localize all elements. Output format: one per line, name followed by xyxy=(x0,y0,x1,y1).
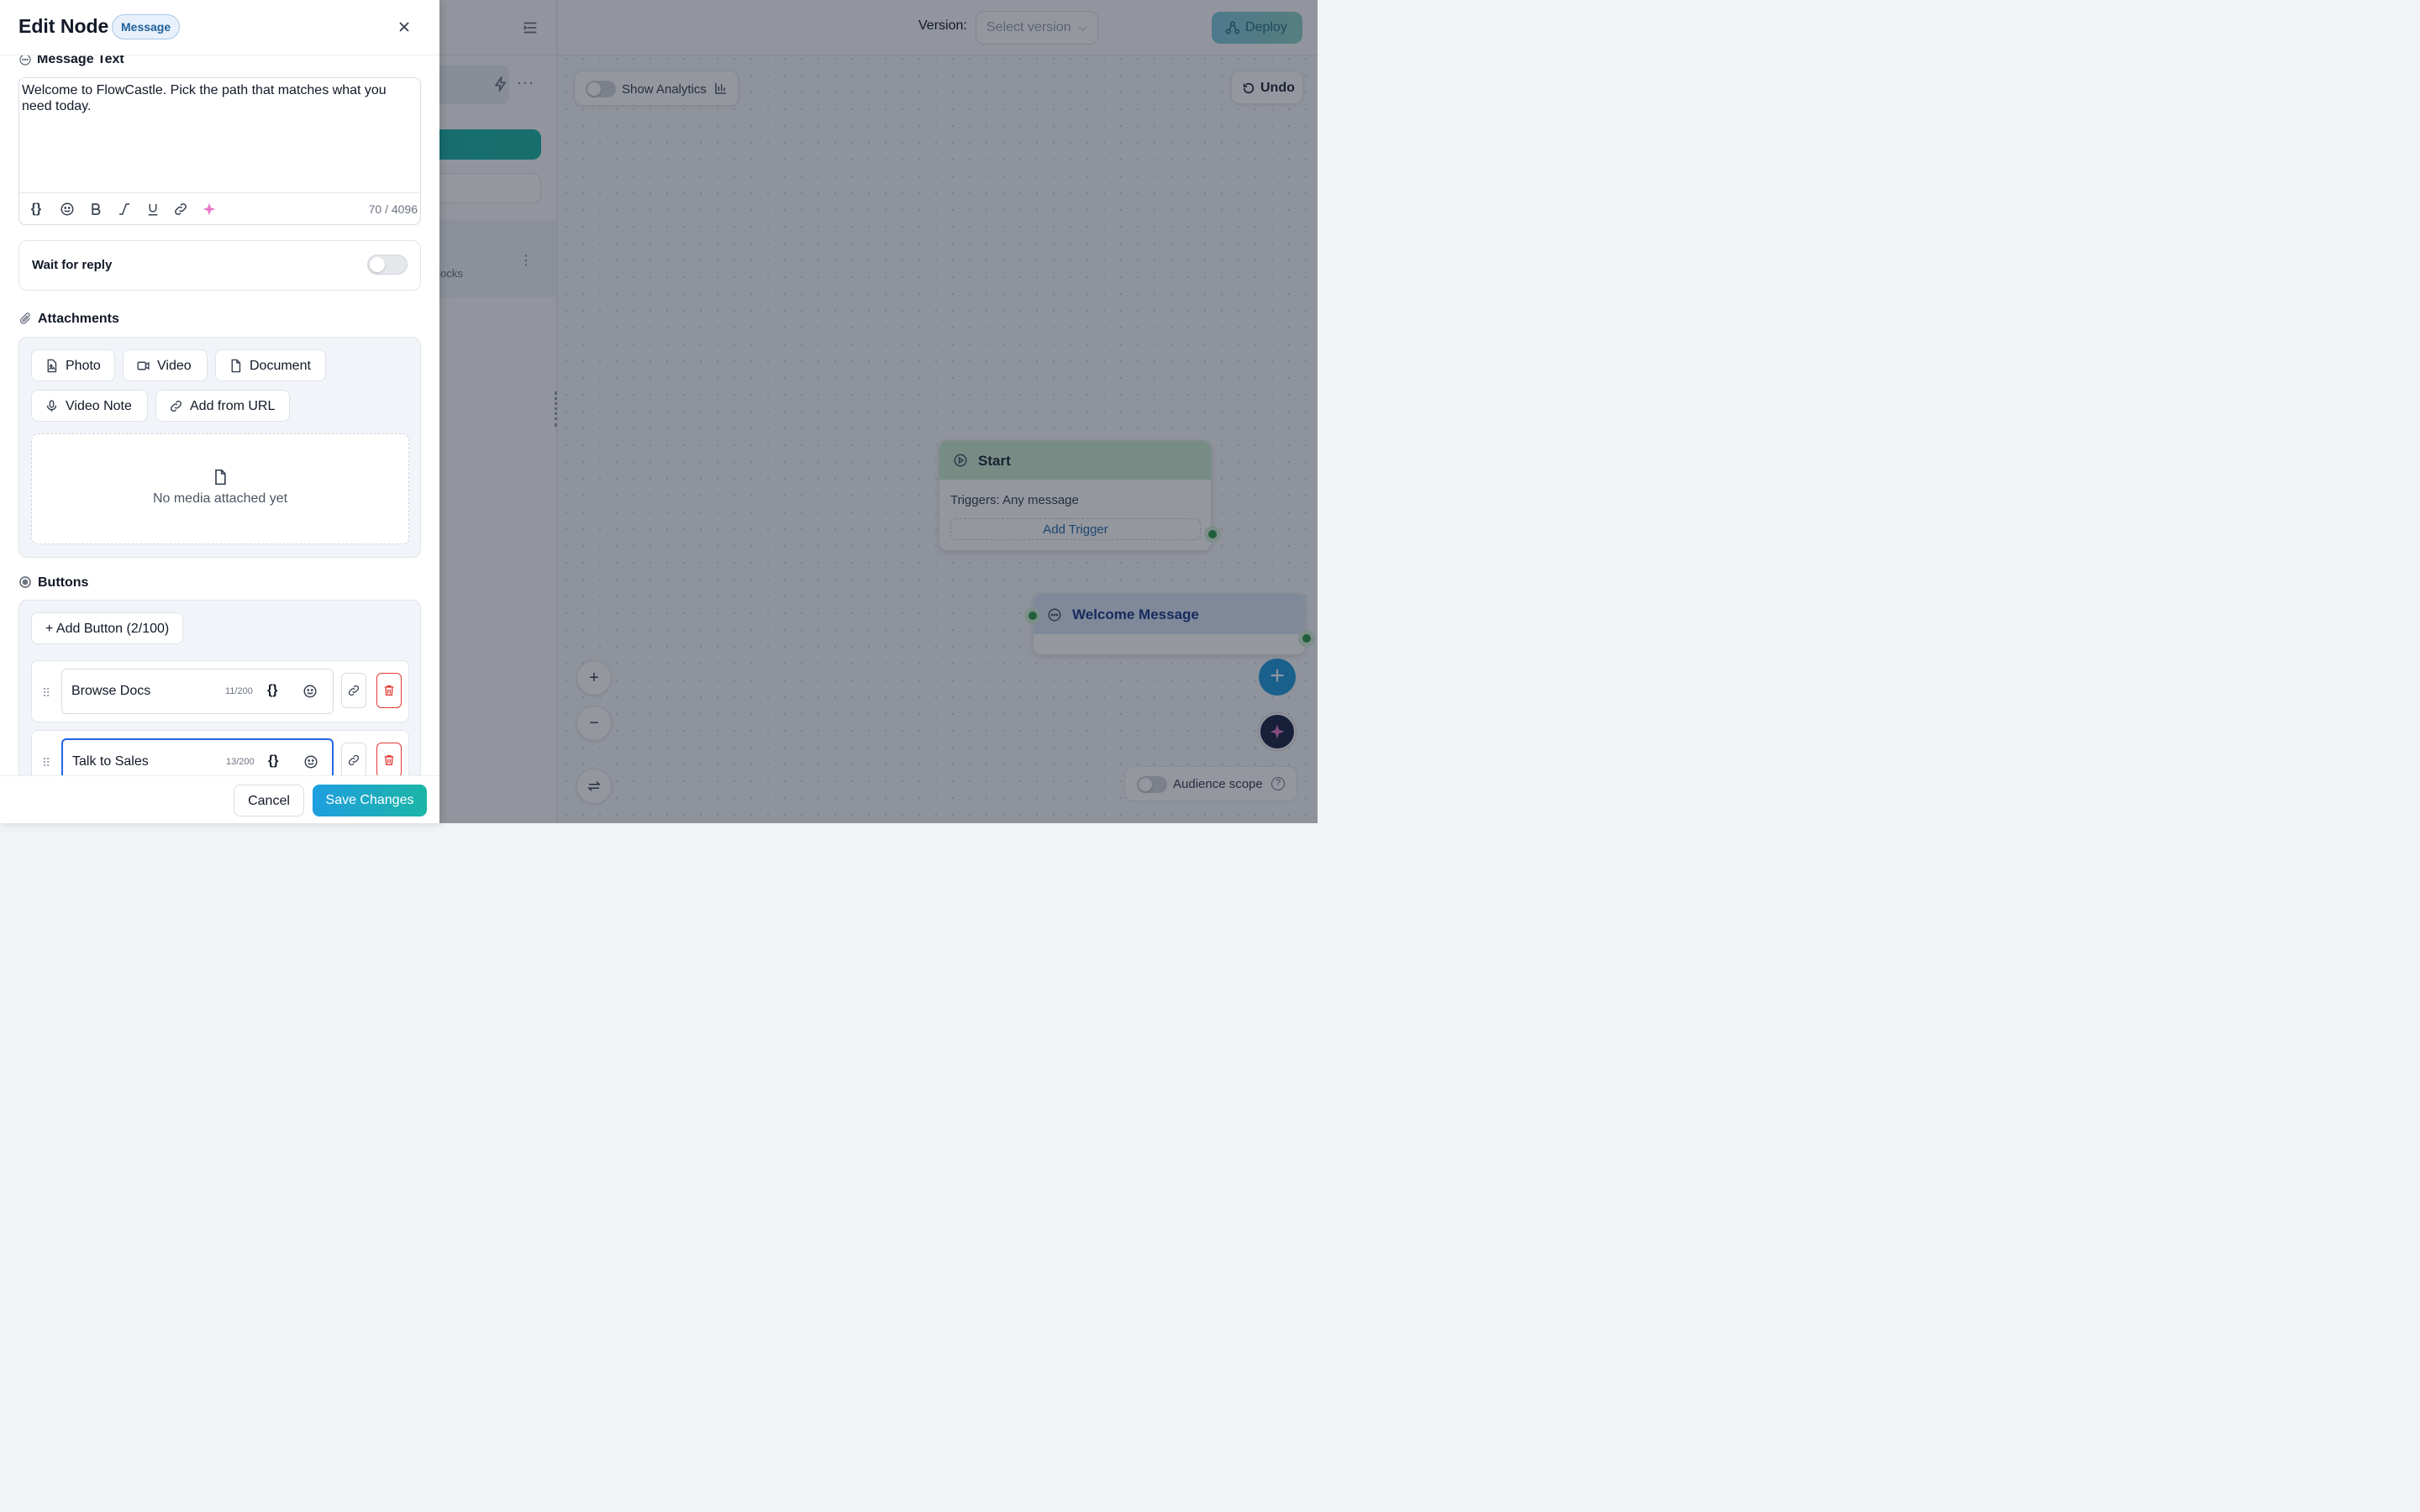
message-toolbar: {} 70 / 4096 xyxy=(19,192,420,224)
button-char-count: 11/200 xyxy=(225,686,253,696)
variable-icon[interactable]: {} xyxy=(29,202,44,217)
attach-document-button[interactable]: Document xyxy=(215,349,326,381)
attach-photo-button[interactable]: Photo xyxy=(31,349,115,381)
character-count: 70 / 4096 xyxy=(368,202,418,216)
photo-file-icon xyxy=(47,359,57,373)
attach-from-url-label: Add from URL xyxy=(190,399,276,413)
bold-icon[interactable] xyxy=(88,202,103,217)
video-icon xyxy=(137,361,150,370)
button-link-button[interactable] xyxy=(341,673,366,708)
attach-from-url-button[interactable]: Add from URL xyxy=(155,390,290,422)
empty-file-icon xyxy=(215,469,226,486)
node-type-badge: Message xyxy=(112,14,181,39)
attachments-panel: Photo Video Document Video Note Add from… xyxy=(18,337,421,558)
variable-icon[interactable]: {} xyxy=(268,753,278,769)
italic-icon[interactable] xyxy=(117,202,132,217)
attach-video-note-button[interactable]: Video Note xyxy=(31,390,148,422)
add-button-button[interactable]: + Add Button (2/100) xyxy=(31,612,184,644)
paperclip-icon xyxy=(20,312,30,324)
message-text-value[interactable]: Welcome to FlowCastle. Pick the path tha… xyxy=(22,82,408,114)
button-text-value[interactable]: Talk to Sales xyxy=(72,754,149,769)
media-dropzone[interactable]: No media attached yet xyxy=(31,433,409,544)
emoji-icon[interactable] xyxy=(303,754,318,769)
message-text-field[interactable]: Welcome to FlowCastle. Pick the path tha… xyxy=(18,77,421,225)
wait-for-reply-label: Wait for reply xyxy=(32,258,113,272)
button-delete-button[interactable] xyxy=(376,743,402,775)
cancel-button[interactable]: Cancel xyxy=(234,785,304,816)
button-row: ⠿ Talk to Sales 13/200 {} xyxy=(31,730,409,775)
document-icon xyxy=(231,359,241,373)
button-link-button[interactable] xyxy=(341,743,366,775)
trash-icon xyxy=(384,685,394,696)
panel-header: Edit Node Message xyxy=(0,0,439,55)
variable-icon[interactable]: {} xyxy=(267,683,277,698)
buttons-panel: + Add Button (2/100) ⠿ Browse Docs 11/20… xyxy=(18,600,421,775)
button-text-value[interactable]: Browse Docs xyxy=(71,684,150,699)
emoji-icon[interactable] xyxy=(302,684,318,699)
message-text-label: Message Text xyxy=(37,55,124,66)
buttons-label: Buttons xyxy=(38,575,89,590)
panel-title: Edit Node xyxy=(18,15,109,37)
panel-footer: Cancel Save Changes xyxy=(0,775,439,823)
attach-video-note-label: Video Note xyxy=(66,399,132,413)
emoji-icon[interactable] xyxy=(60,202,75,217)
panel-body[interactable]: Message Text Welcome to FlowCastle. Pick… xyxy=(0,55,439,775)
button-text-input[interactable]: Browse Docs 11/200 {} xyxy=(61,669,334,714)
drag-handle-icon[interactable]: ⠿ xyxy=(42,686,50,701)
button-char-count: 13/200 xyxy=(226,757,255,767)
drag-handle-icon[interactable]: ⠿ xyxy=(42,756,50,770)
button-delete-button[interactable] xyxy=(376,673,402,708)
edit-node-panel: Edit Node Message Message Text Welcome t… xyxy=(0,0,439,823)
link-icon[interactable] xyxy=(173,202,188,217)
attach-photo-label: Photo xyxy=(66,359,101,373)
no-media-text: No media attached yet xyxy=(152,491,288,506)
microphone-icon xyxy=(46,400,57,412)
trash-icon xyxy=(384,755,394,765)
wait-for-reply-toggle[interactable] xyxy=(367,255,408,275)
underline-icon[interactable] xyxy=(145,202,160,217)
message-bubble-icon xyxy=(19,55,31,66)
button-text-input[interactable]: Talk to Sales 13/200 {} xyxy=(61,738,334,775)
link-icon xyxy=(348,685,360,696)
attachments-label: Attachments xyxy=(38,312,119,326)
attach-document-label: Document xyxy=(250,359,311,373)
save-changes-button[interactable]: Save Changes xyxy=(313,785,427,816)
attach-video-label: Video xyxy=(157,359,192,373)
button-row: ⠿ Browse Docs 11/200 {} xyxy=(31,660,409,722)
radio-button-icon xyxy=(19,576,31,588)
attach-video-button[interactable]: Video xyxy=(123,349,208,381)
ai-sparkle-icon[interactable] xyxy=(202,202,217,217)
wait-for-reply-card: Wait for reply xyxy=(18,240,421,291)
link-icon xyxy=(170,400,182,412)
link-icon xyxy=(348,754,360,766)
close-icon[interactable] xyxy=(396,18,413,35)
